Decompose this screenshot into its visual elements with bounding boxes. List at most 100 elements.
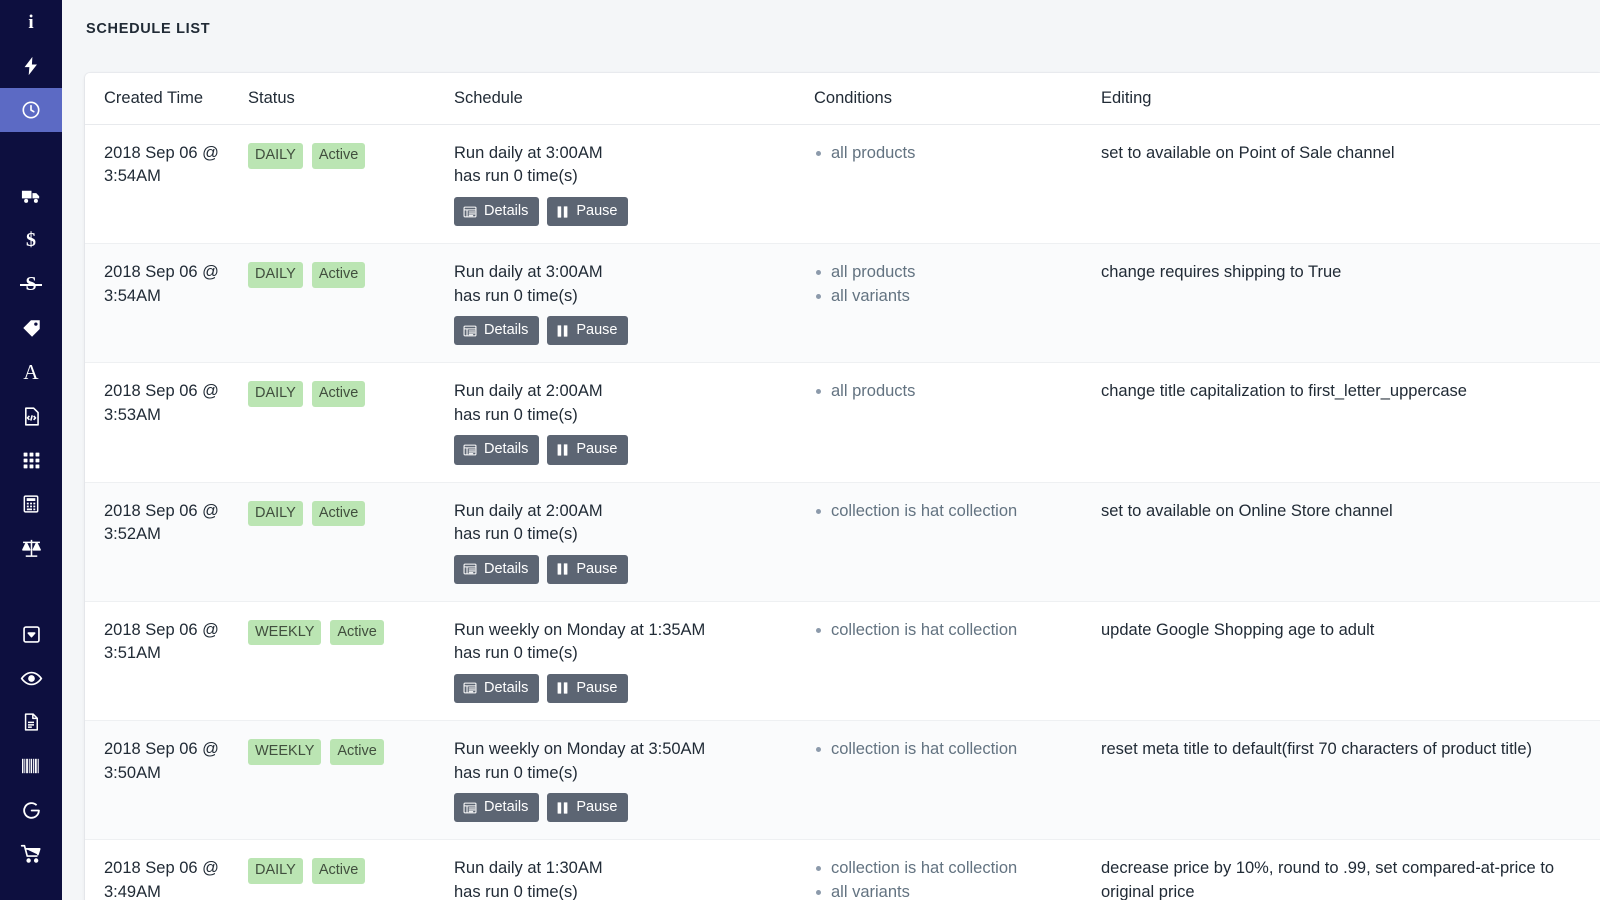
condition-item: all variants [814, 881, 1093, 900]
table-row: 2018 Sep 06 @ 3:53AM DAILYActive Run daily… [85, 363, 1600, 482]
cell-editing: change title capitalization to first_let… [1101, 363, 1600, 482]
barcode-icon [18, 753, 44, 779]
created-time-value: 2018 Sep 06 @ 3:54AM [104, 261, 240, 308]
cell-created-time: 2018 Sep 06 @ 3:54AM [85, 244, 248, 363]
column-header-status: Status [248, 73, 454, 125]
sidebar-item-google[interactable] [0, 788, 62, 832]
cell-schedule: Run daily at 1:30AMhas run 0 time(s)Deta… [454, 840, 814, 900]
editing-description: set to available on Point of Sale channe… [1101, 142, 1592, 165]
pause-button[interactable]: Pause [547, 793, 628, 822]
status-badge: Active [312, 858, 366, 884]
cell-conditions: collection is hat collection [814, 482, 1101, 601]
details-button[interactable]: Details [454, 555, 539, 584]
sidebar-item-clock[interactable] [0, 88, 62, 132]
pause-button-label: Pause [576, 561, 617, 578]
frequency-badge: WEEKLY [248, 620, 321, 646]
pause-button[interactable]: Pause [547, 197, 628, 226]
sidebar-item-truck[interactable] [0, 174, 62, 218]
sidebar-item-cart[interactable] [0, 832, 62, 876]
schedule-recurrence: Run daily at 3:00AM [454, 261, 806, 284]
conditions-list: all productsall variants [814, 261, 1093, 308]
pause-button[interactable]: Pause [547, 435, 628, 464]
details-icon [463, 562, 477, 576]
sidebar-item-tag[interactable] [0, 306, 62, 350]
status-badge: Active [330, 620, 384, 646]
table-row: 2018 Sep 06 @ 3:51AMWEEKLYActiveRun week… [85, 601, 1600, 720]
document-icon [18, 709, 44, 735]
sidebar-item-scales[interactable] [0, 526, 62, 570]
created-time-value: 2018 Sep 06 @ 3:49AM [104, 857, 240, 900]
sidebar-item-inbox[interactable] [0, 612, 62, 656]
sidebar: i $S A [0, 0, 62, 900]
pause-button-label: Pause [576, 799, 617, 816]
cell-conditions: all productsall variants [814, 244, 1101, 363]
cell-conditions: collection is hat collection [814, 721, 1101, 840]
frequency-badge: DAILY [248, 501, 303, 527]
cell-schedule: Run daily at 2:00AMhas run 0 time(s)Deta… [454, 363, 814, 482]
letter-a-icon: A [18, 359, 44, 385]
sidebar-item-code-file[interactable] [0, 394, 62, 438]
details-button[interactable]: Details [454, 793, 539, 822]
cell-status: DAILYActive [248, 482, 454, 601]
pause-icon [556, 324, 569, 338]
pause-button-label: Pause [576, 203, 617, 220]
table-row: 2018 Sep 06 @ 3:54AM DAILY Active Run daily… [85, 244, 1600, 363]
created-time-value: 2018 Sep 06 @ 3:53AM [104, 380, 240, 427]
page-title: SCHEDULE LIST [62, 0, 1600, 37]
table-header-row: Created Time Status Schedule Conditions … [85, 73, 1600, 125]
pause-button[interactable]: Pause [547, 316, 628, 345]
cell-conditions: all products [814, 363, 1101, 482]
sidebar-item-info[interactable]: i [0, 0, 62, 44]
sidebar-item-grid[interactable] [0, 438, 62, 482]
sidebar-item-strike-s[interactable]: S [0, 262, 62, 306]
details-button[interactable]: Details [454, 435, 539, 464]
table-row: 2018 Sep 06 @ 3:50AMWEEKLYActiveRun week… [85, 721, 1600, 840]
eye-icon [18, 665, 44, 691]
cell-conditions: all products [814, 125, 1101, 244]
status-badges: WEEKLYActive [248, 738, 446, 765]
frequency-badge: DAILY [248, 858, 303, 884]
cell-editing: decrease price by 10%, round to .99, set… [1101, 840, 1600, 900]
conditions-list: collection is hat collection [814, 619, 1093, 642]
status-badge: Active [312, 262, 366, 288]
schedule-actions: Details Pause [454, 197, 806, 226]
details-button[interactable]: Details [454, 316, 539, 345]
schedule-actions: Details Pause [454, 316, 806, 345]
frequency-badge: DAILY [248, 143, 303, 169]
status-badges: DAILYActive [248, 380, 446, 407]
app-root: i $S A SCHEDULE LIST Created Time Status S… [0, 0, 1600, 900]
pause-button[interactable]: Pause [547, 674, 628, 703]
sidebar-item-dollar[interactable]: $ [0, 218, 62, 262]
schedule-actions: Details Pause [454, 555, 806, 584]
details-icon [463, 681, 477, 695]
sidebar-item-calculator[interactable] [0, 482, 62, 526]
cell-status: DAILYActive [248, 363, 454, 482]
pause-icon [556, 681, 569, 695]
condition-item: collection is hat collection [814, 619, 1093, 642]
condition-item: all products [814, 380, 1093, 403]
schedule-table: Created Time Status Schedule Conditions … [85, 73, 1600, 900]
status-badges: WEEKLY Active [248, 619, 446, 646]
sidebar-item-barcode[interactable] [0, 744, 62, 788]
created-time-value: 2018 Sep 06 @ 3:50AM [104, 738, 240, 785]
details-button[interactable]: Details [454, 674, 539, 703]
bolt-icon [18, 53, 44, 79]
frequency-badge: DAILY [248, 262, 303, 288]
conditions-list: collection is hat collection [814, 500, 1093, 523]
sidebar-item-eye[interactable] [0, 656, 62, 700]
pause-icon [556, 443, 569, 457]
table-body: 2018 Sep 06 @ 3:54AMDAILYActiveRun daily… [85, 125, 1600, 900]
editing-description: decrease price by 10%, round to .99, set… [1101, 857, 1592, 900]
pause-button-label: Pause [576, 441, 617, 458]
sidebar-item-document[interactable] [0, 700, 62, 744]
pause-button[interactable]: Pause [547, 555, 628, 584]
status-badge: Active [330, 739, 384, 765]
sidebar-item-bolt[interactable] [0, 44, 62, 88]
details-button[interactable]: Details [454, 197, 539, 226]
cell-status: DAILYActive [248, 125, 454, 244]
schedule-recurrence: Run daily at 2:00AM [454, 380, 806, 403]
editing-description: set to available on Online Store channel [1101, 500, 1592, 523]
calculator-icon [18, 491, 44, 517]
sidebar-item-letter-a[interactable]: A [0, 350, 62, 394]
schedule-run-count: has run 0 time(s) [454, 881, 806, 900]
